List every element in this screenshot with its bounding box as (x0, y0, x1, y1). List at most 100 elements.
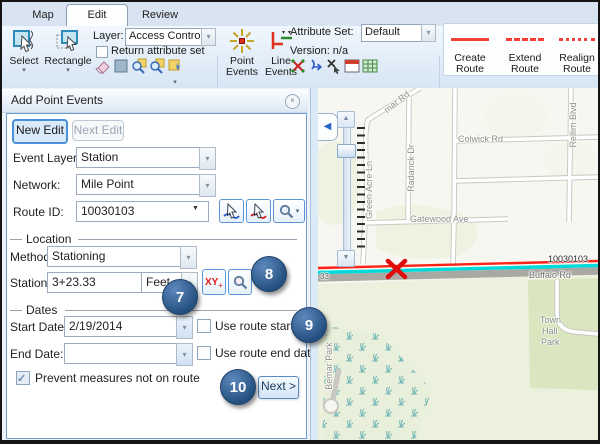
event-layer-dropdown[interactable]: Station (76, 147, 202, 168)
method-dropdown-arrow[interactable]: ▾ (180, 246, 197, 269)
route-id-combo-arrow[interactable]: ▼ (192, 205, 199, 212)
network-dropdown[interactable]: Mile Point (76, 174, 202, 195)
search-icon (233, 275, 248, 290)
panel-title: Add Point Events (11, 93, 103, 107)
end-date-dropdown-arrow[interactable]: ▾ (176, 343, 193, 366)
pan-selection-icon (149, 58, 165, 74)
panel-title-bar: Add Point Events × (2, 89, 308, 113)
merge-event-button[interactable] (308, 58, 324, 74)
event-layer-label: Event Layer: (13, 151, 80, 165)
move-event-button[interactable] (326, 58, 342, 74)
chevron-down-icon: ▾ (167, 79, 183, 86)
event-layer-dropdown-arrow[interactable]: ▾ (199, 147, 216, 170)
callout-8: 8 (251, 256, 287, 292)
select-tool-button[interactable]: Select ▾ (6, 28, 42, 74)
network-label: Network: (13, 178, 60, 192)
chevron-down-icon: ▾ (44, 67, 92, 74)
route-number-label: 10030103 (548, 254, 588, 264)
next-edit-button[interactable]: Next Edit (72, 120, 124, 141)
cul-de-sac-symbol (324, 399, 338, 413)
rectangle-tool-button[interactable]: Rectangle ▾ (44, 28, 92, 74)
chevron-down-icon: ▾ (6, 67, 42, 74)
tab-map[interactable]: Map (20, 5, 66, 25)
attribute-set-dropdown[interactable]: Default (361, 24, 423, 42)
station-input[interactable]: 3+23.33 (47, 272, 145, 293)
prevent-measures-label: Prevent measures not on route (35, 371, 200, 385)
zoom-in-button[interactable]: ▲ (337, 111, 355, 128)
split-event-button[interactable] (290, 58, 306, 74)
create-route-button[interactable]: Create Route (445, 28, 495, 75)
select-none-button[interactable] (113, 58, 129, 74)
tab-edit[interactable]: Edit (66, 4, 128, 27)
realign-route-button[interactable]: Realign Route (556, 28, 598, 75)
zoom-slider-handle[interactable] (337, 144, 356, 158)
layer-dropdown[interactable]: Access Control (125, 28, 203, 46)
tab-review[interactable]: Review (134, 5, 186, 25)
point-events-icon (229, 28, 255, 54)
eraser-icon (95, 58, 111, 74)
end-date-input[interactable] (64, 343, 179, 364)
extend-route-button[interactable]: Extend Route (500, 28, 550, 75)
zoom-selection-icon (131, 58, 147, 74)
method-dropdown[interactable]: Stationing (47, 246, 183, 267)
start-date-dropdown-arrow[interactable]: ▾ (176, 316, 193, 339)
attribute-set-dropdown-arrow[interactable]: ▾ (421, 24, 436, 42)
station-label: Station: (10, 276, 51, 290)
solid-red-line-icon (451, 38, 489, 41)
layer-dropdown-arrow[interactable]: ▾ (201, 28, 216, 46)
slider-up-icon: ▲ (343, 115, 350, 122)
fieldset-line (10, 239, 22, 240)
road-label-colwick: Colwick Rd (458, 134, 503, 144)
route-search-menu-button[interactable]: ▾ (273, 199, 305, 223)
route-picker-red-icon (250, 203, 267, 220)
return-attribute-set-checkbox[interactable] (96, 46, 108, 58)
search-icon (279, 204, 294, 219)
event-table-button[interactable] (362, 58, 378, 74)
road-label-gatewood: Gatewood Ave (410, 214, 468, 224)
network-dropdown-arrow[interactable]: ▾ (199, 174, 216, 197)
select-route-on-map-button[interactable] (219, 199, 244, 223)
route-id-combo[interactable]: 10030103 (76, 201, 209, 222)
end-date-label: End Date: (10, 347, 63, 361)
dotted-red-line-icon (559, 38, 595, 41)
location-title: Location (26, 232, 71, 246)
station-hatch-label: 33 (320, 272, 329, 281)
use-route-end-date-label: Use route end date (215, 346, 317, 360)
start-date-input[interactable]: 2/19/2014 (64, 316, 179, 337)
fieldset-line (10, 310, 22, 311)
road-label-radarick: Radarick Dr (406, 144, 416, 192)
zoom-to-selection-button[interactable] (131, 58, 147, 74)
park-label-bemar: Bemar Park (324, 342, 334, 390)
app-window: Map Edit Review Select ▾ Rectangle ▾ Lay… (0, 0, 600, 444)
gray-square-icon (113, 58, 129, 74)
park-label-hall: Hall (542, 326, 558, 336)
layer-label: Layer: (93, 30, 124, 42)
table-grid-icon (362, 58, 378, 74)
callout-9: 9 (291, 307, 327, 343)
new-edit-button[interactable]: New Edit (12, 119, 68, 144)
point-events-button[interactable]: Point Events (224, 28, 260, 78)
clear-route-selection-button[interactable] (246, 199, 271, 223)
collapse-panel-button[interactable]: ◀ (318, 113, 338, 141)
map-green-patch (484, 94, 548, 138)
station-search-button[interactable] (228, 269, 252, 295)
select-icon (11, 28, 37, 54)
road-label-rellim: Rellim Blvd (568, 102, 578, 147)
next-button[interactable]: Next > (258, 376, 299, 399)
zoom-slider-ticks (357, 127, 365, 249)
selection-options-button[interactable]: ▾ (167, 58, 183, 74)
use-route-start-date-checkbox[interactable] (197, 319, 211, 333)
xy-locate-button[interactable]: XY+ (202, 269, 226, 295)
prevent-measures-checkbox[interactable]: ✓ (16, 371, 30, 385)
pan-to-selection-button[interactable] (149, 58, 165, 74)
version-label: Version: n/a (290, 45, 348, 57)
event-attributes-window-button[interactable] (344, 58, 360, 74)
attribute-set-label: Attribute Set: (290, 26, 354, 38)
window-icon (344, 58, 360, 74)
use-route-end-date-checkbox[interactable] (197, 346, 211, 360)
clear-selection-button[interactable] (95, 58, 111, 74)
zoom-out-button[interactable]: ▼ (337, 250, 355, 267)
xy-icon: XY (205, 277, 218, 288)
start-date-label: Start Date: (10, 320, 67, 334)
close-icon[interactable]: × (285, 94, 300, 109)
